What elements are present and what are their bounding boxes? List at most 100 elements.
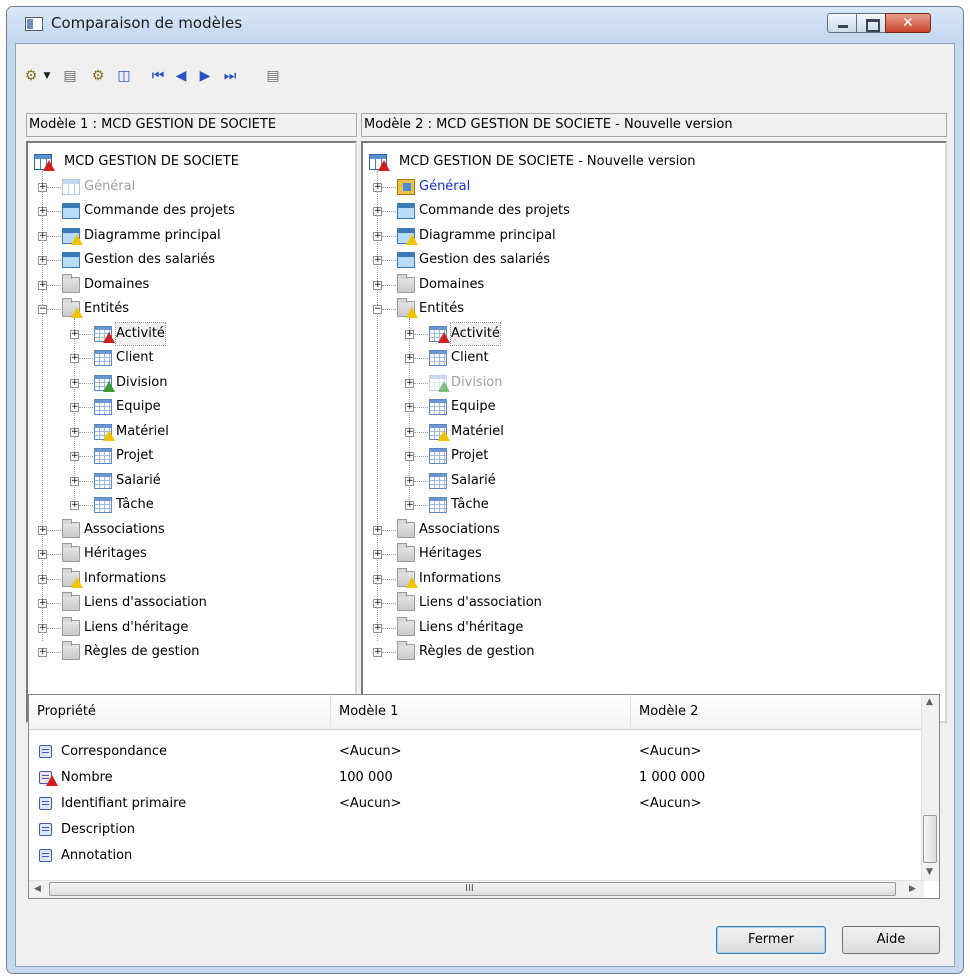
folder-icon — [62, 273, 80, 293]
table-row[interactable]: Identifiant primaire <Aucun> <Aucun> — [29, 791, 924, 817]
model2-value: <Aucun> — [639, 796, 702, 811]
expand-icon[interactable]: + — [405, 452, 414, 461]
expand-icon[interactable]: + — [405, 476, 414, 486]
expand-icon[interactable]: + — [38, 280, 47, 290]
tree-line — [382, 235, 396, 237]
model2-tree[interactable]: MCD GESTION DE SOCIETE - Nouvelle versio… — [361, 141, 947, 723]
expand-icon[interactable]: + — [70, 354, 79, 363]
expand-icon[interactable]: + — [405, 427, 414, 437]
horizontal-scroll-thumb[interactable]: III — [49, 882, 896, 896]
expand-icon[interactable]: + — [405, 329, 414, 339]
model1-tree[interactable]: MCD GESTION DE SOCIETE + Général + Commande … — [26, 141, 357, 723]
help-button[interactable]: Aide — [842, 926, 940, 954]
table-row[interactable]: Annotation — [29, 843, 924, 869]
vertical-scrollbar[interactable]: ▲ ▼ — [921, 695, 939, 881]
expand-icon[interactable]: + — [373, 256, 382, 265]
previous-icon[interactable]: ◀ — [172, 66, 190, 86]
expand-icon[interactable]: + — [38, 525, 47, 535]
filter-icon[interactable]: ⚙ — [88, 66, 108, 86]
expand-icon[interactable]: + — [38, 256, 47, 265]
node-label: Gestion des salariés — [419, 252, 551, 267]
expand-icon[interactable]: + — [373, 550, 382, 559]
expand-icon[interactable]: + — [38, 574, 47, 584]
table-row[interactable]: Nombre 100 000 1 000 000 — [29, 765, 924, 791]
node-label: Liens d'association — [84, 595, 207, 610]
node-label: Associations — [419, 521, 500, 537]
expand-icon[interactable]: + — [70, 452, 79, 461]
tree-line — [79, 382, 93, 384]
expand-icon[interactable]: + — [38, 599, 47, 608]
report-icon[interactable]: ▤ — [264, 66, 282, 86]
properties-icon[interactable]: ▤ — [60, 66, 80, 86]
tree-line — [382, 578, 396, 580]
expand-icon[interactable]: + — [373, 623, 382, 633]
tree-line — [47, 186, 61, 188]
dropdown-icon[interactable]: ▼ — [40, 66, 54, 86]
first-icon[interactable]: ⏮ — [148, 66, 168, 86]
expand-icon[interactable]: + — [70, 501, 79, 510]
next-icon[interactable]: ▶ — [196, 66, 214, 86]
minimize-button[interactable] — [827, 13, 857, 33]
expand-icon[interactable]: + — [373, 525, 382, 535]
expand-icon[interactable]: + — [70, 403, 79, 412]
tree-line — [79, 407, 93, 408]
column-header-model2[interactable]: Modèle 2 — [631, 695, 924, 729]
expand-icon[interactable]: + — [70, 476, 79, 486]
scroll-down-icon[interactable]: ▼ — [926, 867, 933, 877]
expand-icon[interactable]: + — [373, 574, 382, 584]
close-button[interactable]: Fermer — [716, 926, 826, 954]
expand-icon[interactable]: + — [70, 378, 79, 388]
collapse-icon[interactable]: − — [38, 305, 47, 314]
expand-icon[interactable]: + — [373, 599, 382, 608]
expand-icon[interactable]: + — [38, 623, 47, 633]
expand-icon[interactable]: + — [38, 550, 47, 559]
scroll-left-icon[interactable]: ◀ — [34, 884, 41, 894]
package-icon — [397, 178, 415, 195]
tree-line — [47, 284, 61, 286]
grid-header: Propriété Modèle 1 Modèle 2 — [29, 695, 924, 730]
expand-icon[interactable]: + — [38, 182, 47, 192]
expand-icon[interactable]: + — [405, 378, 414, 388]
column-header-property[interactable]: Propriété — [29, 695, 331, 729]
options-icon[interactable]: ⚙ — [20, 66, 42, 86]
error-icon — [46, 775, 58, 786]
expand-icon[interactable]: + — [38, 648, 47, 657]
horizontal-scrollbar[interactable]: ◀ III ▶ — [29, 880, 924, 898]
split-icon[interactable]: ◫ — [114, 66, 134, 86]
node-label: Division — [116, 374, 168, 390]
tree-line — [382, 284, 396, 286]
expand-icon[interactable]: + — [373, 182, 382, 192]
table-row[interactable]: Correspondance <Aucun> <Aucun> — [29, 739, 924, 765]
folder-icon — [62, 641, 80, 660]
expand-icon[interactable]: + — [373, 280, 382, 290]
last-icon[interactable]: ⏭ — [220, 66, 240, 86]
expand-icon[interactable]: + — [38, 231, 47, 241]
expand-icon[interactable]: + — [38, 207, 47, 216]
close-window-button[interactable]: ✕ — [885, 13, 931, 33]
expand-icon[interactable]: + — [405, 354, 414, 363]
scroll-right-icon[interactable]: ▶ — [909, 884, 916, 894]
expand-icon[interactable]: + — [373, 648, 382, 657]
collapse-icon[interactable]: − — [373, 305, 382, 314]
warning-icon — [103, 429, 115, 441]
title-bar[interactable]: Comparaison de modèles ✕ — [7, 7, 963, 43]
entity-icon — [429, 350, 447, 366]
expand-icon[interactable]: + — [70, 427, 79, 437]
node-label: Diagramme principal — [84, 227, 221, 243]
close-icon: ✕ — [902, 15, 914, 31]
expand-icon[interactable]: + — [373, 207, 382, 216]
expand-icon[interactable]: + — [373, 231, 382, 241]
node-label: Client — [451, 350, 489, 365]
entity-icon — [94, 472, 112, 489]
expand-icon[interactable]: + — [405, 403, 414, 412]
tree-line — [79, 358, 93, 359]
maximize-button[interactable] — [856, 13, 886, 33]
vertical-scroll-thumb[interactable] — [923, 815, 937, 863]
table-row[interactable]: Description — [29, 817, 924, 843]
expand-icon[interactable]: + — [70, 329, 79, 339]
scroll-up-icon[interactable]: ▲ — [926, 697, 933, 707]
column-header-model1[interactable]: Modèle 1 — [331, 695, 631, 729]
tree-line — [47, 529, 61, 531]
model2-header: Modèle 2 : MCD GESTION DE SOCIETE - Nouv… — [361, 113, 947, 137]
expand-icon[interactable]: + — [405, 501, 414, 510]
